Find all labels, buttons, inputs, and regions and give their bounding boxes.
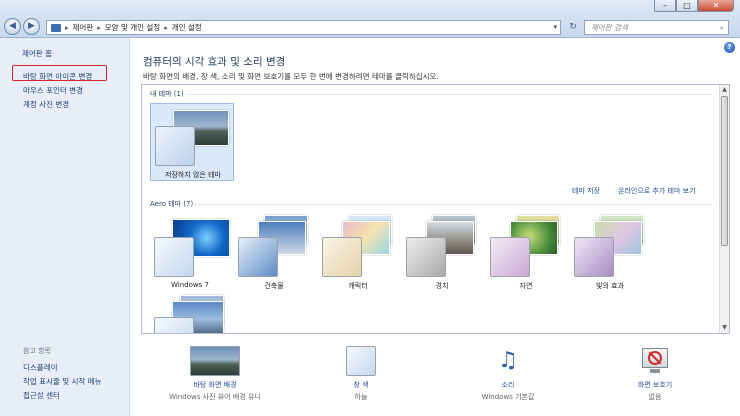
divider: [187, 204, 713, 205]
window-color-swatch: [490, 237, 530, 277]
ease-of-access-link[interactable]: 접근성 센터: [23, 390, 60, 401]
chevron-down-icon[interactable]: ▾: [553, 21, 557, 34]
window-controls: – □ ✕: [654, 0, 734, 14]
vertical-scrollbar[interactable]: ▲ ▼: [719, 85, 729, 333]
control-panel-home-link[interactable]: 제어판 홈: [22, 48, 52, 59]
theme-windows7[interactable]: Windows 7: [150, 215, 230, 295]
theme-characters[interactable]: 캐릭터: [318, 215, 398, 295]
window-color-swatch: [155, 126, 195, 166]
window-color-value: 하늘: [354, 393, 368, 401]
window-color-setting[interactable]: 창 색 하늘: [311, 346, 411, 402]
scroll-down-icon[interactable]: ▼: [720, 323, 729, 333]
chevron-right-icon: ▸: [164, 23, 168, 32]
theme-label: 캐릭터: [348, 282, 368, 290]
window-titlebar: – □ ✕ ◀ ▶ ▸ 제어판 ▸ 모양 및 개인 설정 ▸ 개인 설정 ▾ ↻…: [0, 0, 740, 38]
theme-label: Windows 7: [171, 281, 209, 289]
sounds-title[interactable]: 소리: [458, 380, 558, 390]
address-bar[interactable]: ▸ 제어판 ▸ 모양 및 개인 설정 ▸ 개인 설정 ▾: [46, 20, 561, 35]
theme-list: 내 테마 (1) 저장하지 않은 테마 테마 저장 온라인으로 추가 테마 보기…: [141, 84, 730, 334]
maximize-button[interactable]: □: [676, 0, 698, 12]
window-color-swatch: [154, 237, 194, 277]
desktop-background-value: Windows 사진 뷰어 배경 유니: [169, 393, 261, 401]
screen-saver-icon: [640, 346, 670, 376]
window-color-title[interactable]: 창 색: [311, 380, 411, 390]
breadcrumb-personalization[interactable]: 개인 설정: [172, 22, 202, 33]
breadcrumb-appearance[interactable]: 모양 및 개인 설정: [105, 22, 160, 33]
theme-landscapes[interactable]: 경치: [402, 215, 482, 295]
page-subtitle: 바탕 화면의 배경, 창 색, 소리 및 화면 보호기를 모두 한 번에 변경하…: [143, 72, 439, 81]
theme-label: 자연: [519, 282, 533, 290]
help-icon[interactable]: ?: [724, 42, 735, 53]
control-panel-icon: [51, 23, 61, 32]
window-color-swatch: [238, 237, 278, 277]
theme-unsaved-label: 저장하지 않은 테마: [165, 171, 221, 179]
theme-label: 빛의 효과: [596, 282, 624, 290]
desktop-background-setting[interactable]: 바탕 화면 배경 Windows 사진 뷰어 배경 유니: [165, 346, 265, 402]
see-also-heading: 참고 항목: [23, 347, 51, 355]
theme-unsaved[interactable]: 저장하지 않은 테마: [150, 103, 234, 181]
desktop-background-icon: [190, 346, 240, 376]
window-color-swatch: [322, 237, 362, 277]
page-title: 컴퓨터의 시각 효과 및 소리 변경: [143, 56, 286, 68]
theme-label: 경치: [435, 282, 449, 290]
theme-architecture[interactable]: 건축물: [234, 215, 314, 295]
change-account-picture-link[interactable]: 계정 사진 변경: [23, 99, 69, 110]
minimize-button[interactable]: –: [654, 0, 676, 12]
scroll-thumb[interactable]: [721, 96, 728, 246]
forward-button[interactable]: ▶: [23, 18, 40, 35]
taskbar-start-menu-link[interactable]: 작업 표시줄 및 시작 메뉴: [23, 376, 102, 387]
theme-architecture-extra[interactable]: [150, 295, 230, 333]
theme-scenes[interactable]: 빛의 효과: [570, 215, 650, 295]
my-themes-label: 내 테마 (1): [150, 90, 184, 98]
refresh-icon[interactable]: ↻: [566, 20, 580, 35]
theme-label: 건축물: [264, 282, 284, 290]
search-input[interactable]: 제어판 검색 ⌕: [584, 20, 729, 35]
nav-buttons: ◀ ▶: [4, 18, 42, 35]
search-icon[interactable]: ⌕: [720, 21, 724, 34]
close-button[interactable]: ✕: [698, 0, 734, 12]
window-color-swatch: [154, 317, 194, 333]
scroll-up-icon[interactable]: ▲: [720, 85, 729, 95]
change-mouse-pointer-link[interactable]: 마우스 포인터 변경: [23, 85, 83, 96]
window-color-swatch: [574, 237, 614, 277]
chevron-right-icon: ▸: [65, 23, 69, 32]
theme-nature[interactable]: 자연: [486, 215, 566, 295]
chevron-right-icon: ▸: [97, 23, 101, 32]
screen-saver-value: 없음: [648, 393, 662, 401]
save-theme-link[interactable]: 테마 저장: [572, 186, 600, 196]
screen-saver-setting[interactable]: 화면 보호기 없음: [605, 346, 705, 402]
desktop-background-title[interactable]: 바탕 화면 배경: [165, 380, 265, 390]
display-link[interactable]: 디스플레이: [23, 362, 58, 373]
window-color-icon: [346, 346, 376, 376]
sounds-setting[interactable]: ♫ 소리 Windows 기본값: [458, 346, 558, 402]
get-more-themes-link[interactable]: 온라인으로 추가 테마 보기: [618, 186, 696, 196]
breadcrumb-control-panel[interactable]: 제어판: [73, 22, 94, 33]
sounds-value: Windows 기본값: [481, 393, 535, 401]
music-notes-icon: ♫: [498, 348, 518, 373]
back-button[interactable]: ◀: [4, 18, 21, 35]
search-placeholder: 제어판 검색: [591, 23, 628, 32]
change-desktop-icons-link[interactable]: 바탕 화면 아이콘 변경: [23, 71, 92, 82]
screen-saver-title[interactable]: 화면 보호기: [605, 380, 705, 390]
left-pane: 제어판 홈 바탕 화면 아이콘 변경 마우스 포인터 변경 계정 사진 변경 참…: [0, 38, 130, 416]
divider: [187, 94, 713, 95]
window-color-swatch: [406, 237, 446, 277]
